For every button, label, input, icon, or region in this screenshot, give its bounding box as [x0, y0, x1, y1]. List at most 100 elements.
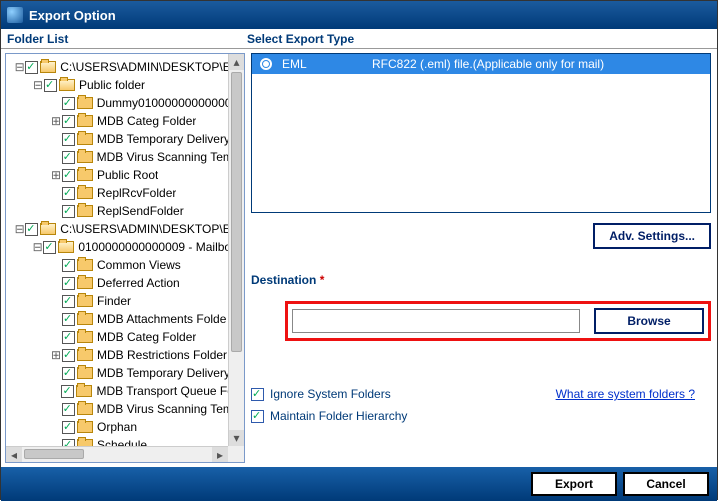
tree-node[interactable]: ⊞ MDB Restrictions Folder [8, 346, 228, 364]
required-asterisk: * [320, 273, 325, 287]
folder-icon [77, 403, 93, 415]
tree-node[interactable]: ·ReplRcvFolder [8, 184, 228, 202]
folder-icon [77, 331, 93, 343]
destination-input[interactable] [292, 309, 580, 333]
tree-checkbox[interactable] [62, 349, 75, 362]
tree-checkbox[interactable] [62, 97, 75, 110]
tree-checkbox[interactable] [62, 169, 75, 182]
folder-icon [77, 97, 93, 109]
tree-checkbox[interactable] [62, 259, 75, 272]
tree-node-label: MDB Attachments Folde [97, 312, 226, 326]
tree-node-label: MDB Restrictions Folder [97, 348, 227, 362]
tree-node-label: MDB Virus Scanning Tem [97, 150, 228, 164]
tree-checkbox[interactable] [62, 295, 75, 308]
tree-node[interactable]: ·MDB Transport Queue Fo [8, 382, 228, 400]
tree-checkbox[interactable] [62, 331, 75, 344]
tree-checkbox[interactable] [62, 313, 75, 326]
tree-node[interactable]: ·ReplSendFolder [8, 202, 228, 220]
folder-icon [77, 367, 93, 379]
folder-icon [76, 385, 92, 397]
titlebar: Export Option [1, 1, 717, 29]
tree-node[interactable]: ·MDB Virus Scanning Tem [8, 148, 228, 166]
tree-checkbox[interactable] [62, 187, 75, 200]
tree-checkbox[interactable] [62, 115, 75, 128]
tree-checkbox[interactable] [43, 241, 56, 254]
export-type-name: EML [282, 57, 372, 71]
export-type-list[interactable]: EML RFC822 (.eml) file.(Applicable only … [251, 53, 711, 213]
tree-node[interactable]: ·Finder [8, 292, 228, 310]
tree-checkbox[interactable] [62, 151, 75, 164]
tree-checkbox[interactable] [62, 421, 75, 434]
ignore-system-folders-checkbox[interactable] [251, 388, 264, 401]
tree-node[interactable]: ⊟0100000000000009 - Mailbox [8, 238, 228, 256]
tree-checkbox[interactable] [62, 367, 75, 380]
tree-node-label: Finder [97, 294, 131, 308]
expand-icon[interactable]: ⊞ [50, 114, 62, 128]
radio-selected-icon[interactable] [260, 58, 272, 70]
folder-tree-pane: ⊟ C:\USERS\ADMIN\DESKTOP\ED ⊟ Public folder… [5, 53, 245, 463]
tree-node-label: MDB Transport Queue Fo [96, 384, 228, 398]
section-labels: Folder List Select Export Type [1, 29, 717, 49]
tree-checkbox[interactable] [25, 223, 38, 236]
horizontal-scrollbar[interactable]: ◂ ▸ [6, 446, 228, 462]
tree-node-label: MDB Virus Scanning Tem [97, 402, 228, 416]
folder-icon [77, 349, 93, 361]
vertical-scrollbar[interactable]: ▴ ▾ [228, 54, 244, 446]
tree-checkbox[interactable] [62, 277, 75, 290]
scroll-corner [228, 446, 244, 462]
tree-checkbox[interactable] [62, 205, 75, 218]
tree-checkbox[interactable] [62, 403, 75, 416]
tree-node[interactable]: ·Schedule [8, 436, 228, 446]
scroll-up-button[interactable]: ▴ [229, 54, 244, 70]
tree-node[interactable]: ·Orphan [8, 418, 228, 436]
tree-checkbox[interactable] [62, 439, 75, 447]
tree-node-label: Public folder [79, 78, 145, 92]
system-folders-link[interactable]: What are system folders ? [556, 387, 695, 401]
tree-node-label: C:\USERS\ADMIN\DESKTOP\ED [60, 60, 228, 74]
collapse-icon[interactable]: ⊟ [14, 60, 25, 74]
scroll-right-button[interactable]: ▸ [212, 447, 228, 463]
tree-node[interactable]: ⊟C:\USERS\ADMIN\DESKTOP\ED [8, 220, 228, 238]
tree-node[interactable]: ·MDB Temporary Delivery [8, 130, 228, 148]
tree-node[interactable]: ·Dummy01000000000000 [8, 94, 228, 112]
destination-label: Destination * [251, 273, 711, 287]
tree-node[interactable]: ⊟ C:\USERS\ADMIN\DESKTOP\ED [8, 58, 228, 76]
tree-checkbox[interactable] [62, 133, 75, 146]
tree-node[interactable]: ⊟ Public folder [8, 76, 228, 94]
expand-icon[interactable]: ⊞ [50, 168, 62, 182]
tree-node-label: MDB Temporary Delivery [97, 366, 228, 380]
folder-open-icon [40, 61, 56, 73]
scroll-thumb-horizontal[interactable] [24, 449, 84, 459]
scroll-down-button[interactable]: ▾ [229, 430, 244, 446]
tree-node[interactable]: ·Common Views [8, 256, 228, 274]
maintain-hierarchy-checkbox[interactable] [251, 410, 264, 423]
tree-node-label: Public Root [97, 168, 158, 182]
advanced-settings-button[interactable]: Adv. Settings... [593, 223, 711, 249]
tree-checkbox[interactable] [61, 385, 74, 398]
cancel-button[interactable]: Cancel [623, 472, 709, 496]
tree-node[interactable]: ·MDB Categ Folder [8, 328, 228, 346]
browse-button[interactable]: Browse [594, 308, 704, 334]
collapse-icon[interactable]: ⊟ [32, 78, 44, 92]
collapse-icon[interactable]: ⊟ [32, 240, 43, 254]
destination-row: Browse [285, 301, 711, 341]
tree-node[interactable]: ·Deferred Action [8, 274, 228, 292]
tree-node[interactable]: ·MDB Attachments Folde [8, 310, 228, 328]
scroll-left-button[interactable]: ◂ [6, 447, 22, 463]
collapse-icon[interactable]: ⊟ [14, 222, 25, 236]
folder-icon [77, 421, 93, 433]
folder-tree[interactable]: ⊟ C:\USERS\ADMIN\DESKTOP\ED ⊟ Public folder… [6, 54, 228, 446]
export-type-row-eml[interactable]: EML RFC822 (.eml) file.(Applicable only … [252, 54, 710, 74]
scroll-thumb-vertical[interactable] [231, 72, 242, 352]
export-button[interactable]: Export [531, 472, 617, 496]
ignore-system-folders-label: Ignore System Folders [270, 387, 391, 401]
tree-node[interactable]: ·MDB Virus Scanning Tem [8, 400, 228, 418]
tree-node-label: Deferred Action [97, 276, 180, 290]
expand-icon[interactable]: ⊞ [50, 348, 62, 362]
folder-icon [77, 205, 93, 217]
tree-node[interactable]: ·MDB Temporary Delivery [8, 364, 228, 382]
tree-checkbox[interactable] [44, 79, 57, 92]
tree-checkbox[interactable] [25, 61, 38, 74]
tree-node[interactable]: ⊞ Public Root [8, 166, 228, 184]
tree-node[interactable]: ⊞MDB Categ Folder [8, 112, 228, 130]
